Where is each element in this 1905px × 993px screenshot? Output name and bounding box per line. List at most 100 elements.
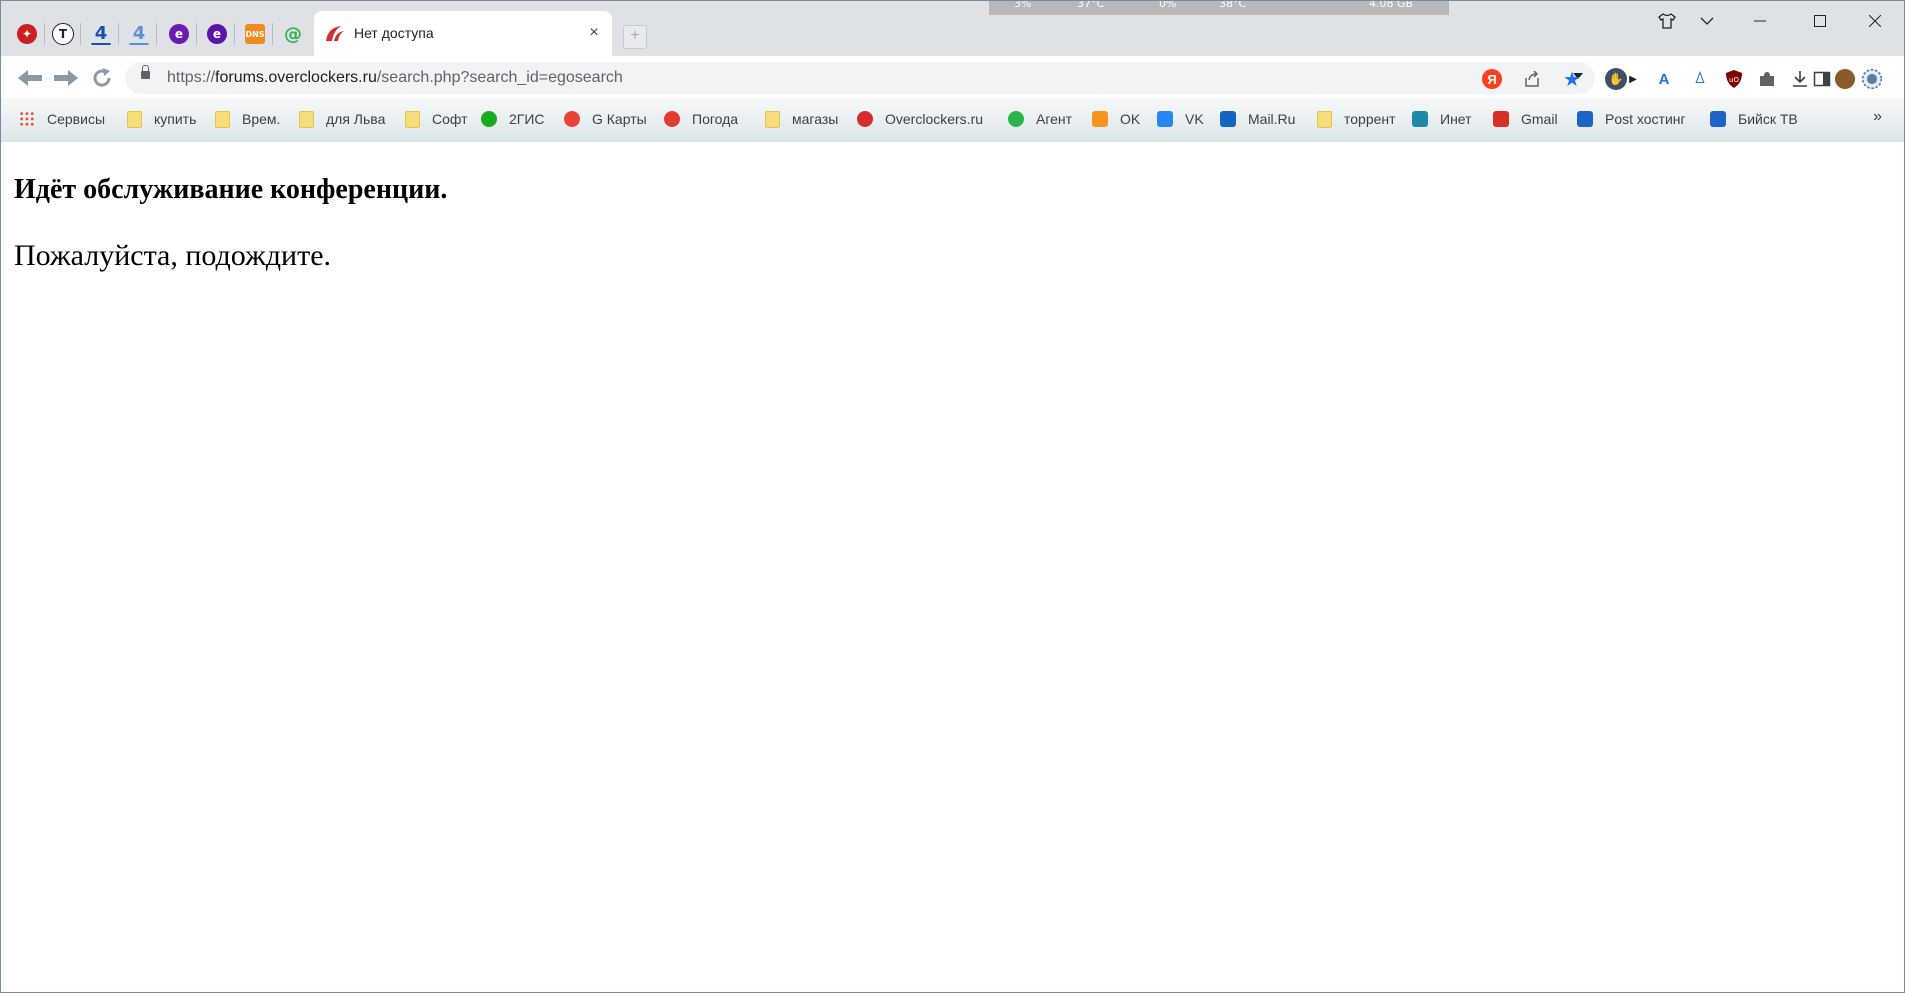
cpu-load: 3% bbox=[1014, 0, 1032, 10]
play-icon[interactable]: ▶ bbox=[1628, 68, 1638, 90]
t-circle-icon: Т bbox=[52, 23, 74, 45]
new-tab-button[interactable]: + bbox=[623, 25, 647, 49]
folder-icon bbox=[127, 110, 142, 128]
bookmark-label: VK bbox=[1185, 111, 1204, 127]
hand-extension-icon[interactable]: ✋ bbox=[1605, 68, 1627, 90]
bookmark-item[interactable]: Погода bbox=[664, 108, 738, 130]
ublock-icon[interactable]: uO bbox=[1723, 68, 1745, 90]
back-button[interactable] bbox=[17, 66, 43, 90]
bookmark-label: Mail.Ru bbox=[1248, 111, 1296, 127]
page-content: Идёт обслуживание конференции. Пожалуйст… bbox=[1, 142, 1904, 992]
blue-4-icon: 4 bbox=[91, 23, 111, 45]
bookmark-item[interactable]: торрент bbox=[1317, 108, 1396, 130]
gpu-temp: 38°C bbox=[1219, 0, 1247, 10]
green-at-icon: @ bbox=[284, 23, 302, 45]
pinned-tab[interactable]: Т bbox=[45, 13, 81, 55]
bookmark-item[interactable]: Overclockers.ru bbox=[857, 108, 983, 130]
bookmark-item[interactable]: OK bbox=[1092, 108, 1140, 130]
pinned-tab[interactable]: 4 bbox=[121, 13, 157, 55]
purple-e-icon: e bbox=[169, 24, 189, 44]
bookmark-label: G Карты bbox=[592, 111, 647, 127]
tab-search-chevron-icon[interactable] bbox=[1678, 1, 1736, 41]
translate-icon[interactable]: A bbox=[1653, 68, 1675, 90]
pinned-tab[interactable]: ✦ bbox=[9, 13, 45, 55]
bookmark-item[interactable]: Софт bbox=[405, 108, 468, 130]
bookmark-label: Сервисы bbox=[47, 111, 106, 127]
puzzle-extensions-icon[interactable] bbox=[1756, 68, 1778, 90]
close-window-button[interactable] bbox=[1846, 1, 1904, 41]
please-wait-message: Пожалуйста, подождите. bbox=[14, 239, 332, 272]
bookmarks-bar: Сервисы купить Врем. для Льва Софт 2ГИС G Карт… bbox=[1, 98, 1904, 143]
ribbon-extension-icon[interactable]: ꕔ bbox=[1689, 68, 1711, 90]
maintenance-heading: Идёт обслуживание конференции. bbox=[14, 174, 448, 205]
tab-close-button[interactable]: × bbox=[584, 23, 604, 43]
pinned-tab[interactable]: @ bbox=[275, 13, 311, 55]
apps-grid-icon bbox=[19, 111, 35, 127]
close-icon bbox=[1869, 15, 1881, 27]
back-arrow-icon bbox=[18, 70, 42, 86]
bookmark-label: торрент bbox=[1344, 111, 1396, 127]
bookmark-item[interactable]: G Карты bbox=[564, 108, 647, 130]
minimize-icon bbox=[1754, 20, 1766, 22]
maximize-button[interactable] bbox=[1791, 1, 1849, 41]
forward-arrow-icon bbox=[54, 70, 78, 86]
bookmark-item[interactable]: Сервисы bbox=[19, 108, 105, 130]
agent-at-icon bbox=[1008, 111, 1024, 127]
bookmarks-more-button[interactable]: » bbox=[1873, 108, 1882, 126]
beaver-avatar-icon[interactable] bbox=[1834, 68, 1856, 90]
red-star-icon: ✦ bbox=[17, 24, 37, 44]
pinned-tab[interactable]: e bbox=[161, 13, 197, 55]
side-panel-icon[interactable] bbox=[1811, 68, 1833, 90]
vk-icon bbox=[1157, 111, 1173, 127]
bookmark-item[interactable]: Mail.Ru bbox=[1220, 108, 1295, 130]
minimize-button[interactable] bbox=[1731, 1, 1789, 41]
dns-icon: DNS bbox=[245, 24, 265, 44]
lock-icon bbox=[141, 65, 150, 79]
download-icon[interactable] bbox=[1789, 68, 1811, 90]
bookmark-item[interactable]: Инет bbox=[1412, 108, 1472, 130]
bookmark-item[interactable]: VK bbox=[1157, 108, 1204, 130]
gpu-load: 0% bbox=[1159, 0, 1177, 10]
forward-button[interactable] bbox=[53, 66, 79, 90]
reload-button[interactable] bbox=[89, 66, 115, 90]
pinned-tab[interactable]: 4 bbox=[83, 13, 119, 55]
bookmark-item[interactable]: Врем. bbox=[215, 108, 280, 130]
toolbar: https://forums.overclockers.ru/search.ph… bbox=[1, 56, 1904, 98]
bookmark-label: купить bbox=[154, 111, 197, 127]
bookmark-label: Инет bbox=[1440, 111, 1472, 127]
post-hosting-icon bbox=[1577, 111, 1593, 127]
blue-4-light-icon: 4 bbox=[129, 23, 149, 45]
bookmark-item[interactable]: купить bbox=[127, 108, 196, 130]
profile-avatar-icon[interactable] bbox=[1861, 68, 1883, 90]
bookmark-label: Бийск ТВ bbox=[1738, 111, 1798, 127]
bookmark-item[interactable]: Бийск ТВ bbox=[1710, 108, 1798, 130]
2gis-icon bbox=[481, 111, 497, 127]
pinned-tab[interactable]: DNS bbox=[237, 13, 273, 55]
memory-usage: 4.08 GB bbox=[1369, 0, 1414, 10]
active-tab[interactable]: Нет доступа × bbox=[314, 11, 612, 56]
overclockers-icon bbox=[326, 26, 344, 41]
url-text: https://forums.overclockers.ru/search.ph… bbox=[167, 69, 623, 86]
folder-icon bbox=[765, 110, 780, 128]
star-bookmark-icon[interactable]: ★ bbox=[1561, 68, 1583, 91]
yandex-icon[interactable]: Я bbox=[1481, 68, 1503, 90]
inet-icon bbox=[1412, 111, 1428, 127]
bookmark-item[interactable]: магазы bbox=[765, 108, 838, 130]
bookmark-item[interactable]: для Льва bbox=[299, 108, 385, 130]
tab-title: Нет доступа bbox=[354, 25, 434, 41]
purple-e-alt-icon: e bbox=[207, 24, 227, 44]
folder-icon bbox=[299, 110, 314, 128]
bookmark-item[interactable]: 2ГИС bbox=[481, 108, 545, 130]
bookmark-item[interactable]: Post хостинг bbox=[1577, 108, 1686, 130]
cpu-temp: 37°C bbox=[1077, 0, 1105, 10]
folder-icon bbox=[215, 110, 230, 128]
share-icon[interactable] bbox=[1521, 68, 1543, 90]
bookmark-label: магазы bbox=[792, 111, 839, 127]
pinned-tab[interactable]: e bbox=[199, 13, 235, 55]
bookmark-item[interactable]: Агент bbox=[1008, 108, 1072, 130]
folder-icon bbox=[1317, 110, 1332, 128]
umbrella-icon bbox=[664, 111, 680, 127]
address-bar[interactable]: https://forums.overclockers.ru/search.ph… bbox=[125, 62, 1595, 94]
folder-icon bbox=[405, 110, 420, 128]
bookmark-item[interactable]: Gmail bbox=[1493, 108, 1558, 130]
